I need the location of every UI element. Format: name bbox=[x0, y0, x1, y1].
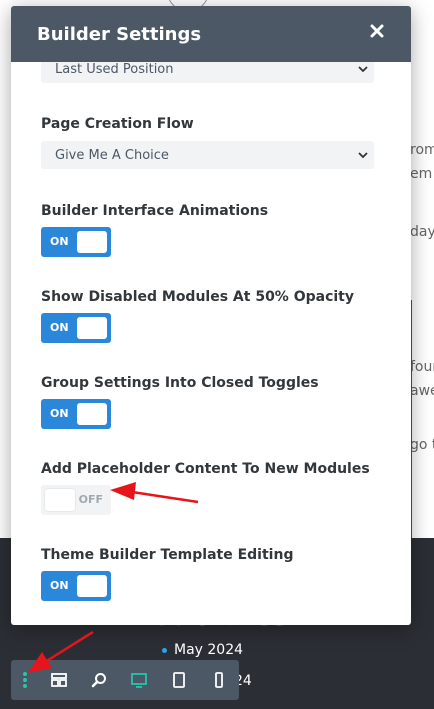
add-placeholder-content-toggle[interactable]: OFF bbox=[41, 485, 111, 515]
archive-item[interactable]: May 2024 bbox=[162, 642, 243, 658]
add-placeholder-content-label: Add Placeholder Content To New Modules bbox=[41, 461, 370, 477]
more-vertical-icon[interactable] bbox=[11, 660, 39, 700]
phone-icon[interactable] bbox=[199, 660, 239, 700]
close-icon[interactable] bbox=[369, 23, 385, 39]
page-creation-flow-label: Page Creation Flow bbox=[41, 116, 194, 132]
toggle-knob bbox=[77, 575, 107, 597]
bg-text-fragment: rom bbox=[410, 142, 434, 158]
chevron-down-icon bbox=[358, 149, 368, 164]
theme-builder-template-editing-toggle[interactable]: ON bbox=[41, 571, 111, 601]
page-creation-flow-select[interactable]: Give Me A Choice bbox=[41, 141, 374, 169]
theme-builder-template-editing-label: Theme Builder Template Editing bbox=[41, 547, 294, 563]
group-settings-label: Group Settings Into Closed Toggles bbox=[41, 375, 319, 391]
toggle-knob bbox=[45, 489, 75, 511]
show-disabled-modules-toggle[interactable]: ON bbox=[41, 313, 111, 343]
modal-header: Builder Settings bbox=[11, 6, 411, 62]
bg-text-fragment: four bbox=[410, 359, 434, 375]
modal-body: Last Used Position Page Creation Flow Gi… bbox=[11, 62, 411, 625]
builder-settings-modal: Builder Settings Last Used Position Page… bbox=[11, 6, 411, 625]
desktop-icon[interactable] bbox=[119, 660, 159, 700]
group-settings-toggle[interactable]: ON bbox=[41, 399, 111, 429]
bg-text-fragment: go t bbox=[410, 437, 434, 453]
zoom-icon[interactable] bbox=[79, 660, 119, 700]
toggle-knob bbox=[77, 403, 107, 425]
show-disabled-modules-label: Show Disabled Modules At 50% Opacity bbox=[41, 289, 354, 305]
bullet-icon bbox=[162, 647, 167, 653]
chevron-down-icon bbox=[358, 63, 368, 78]
bg-text-fragment: awe bbox=[410, 383, 434, 399]
modal-title: Builder Settings bbox=[37, 23, 202, 45]
builder-interface-animations-toggle[interactable]: ON bbox=[41, 227, 111, 257]
tablet-icon[interactable] bbox=[159, 660, 199, 700]
bg-text-fragment: day, bbox=[410, 224, 434, 240]
builder-interface-animations-label: Builder Interface Animations bbox=[41, 203, 269, 219]
builder-toolbar bbox=[11, 660, 239, 700]
bg-text-fragment: em t bbox=[410, 166, 434, 182]
layout-icon[interactable] bbox=[39, 660, 79, 700]
toggle-knob bbox=[77, 317, 107, 339]
toggle-knob bbox=[77, 231, 107, 253]
builder-position-select[interactable]: Last Used Position bbox=[41, 62, 374, 83]
